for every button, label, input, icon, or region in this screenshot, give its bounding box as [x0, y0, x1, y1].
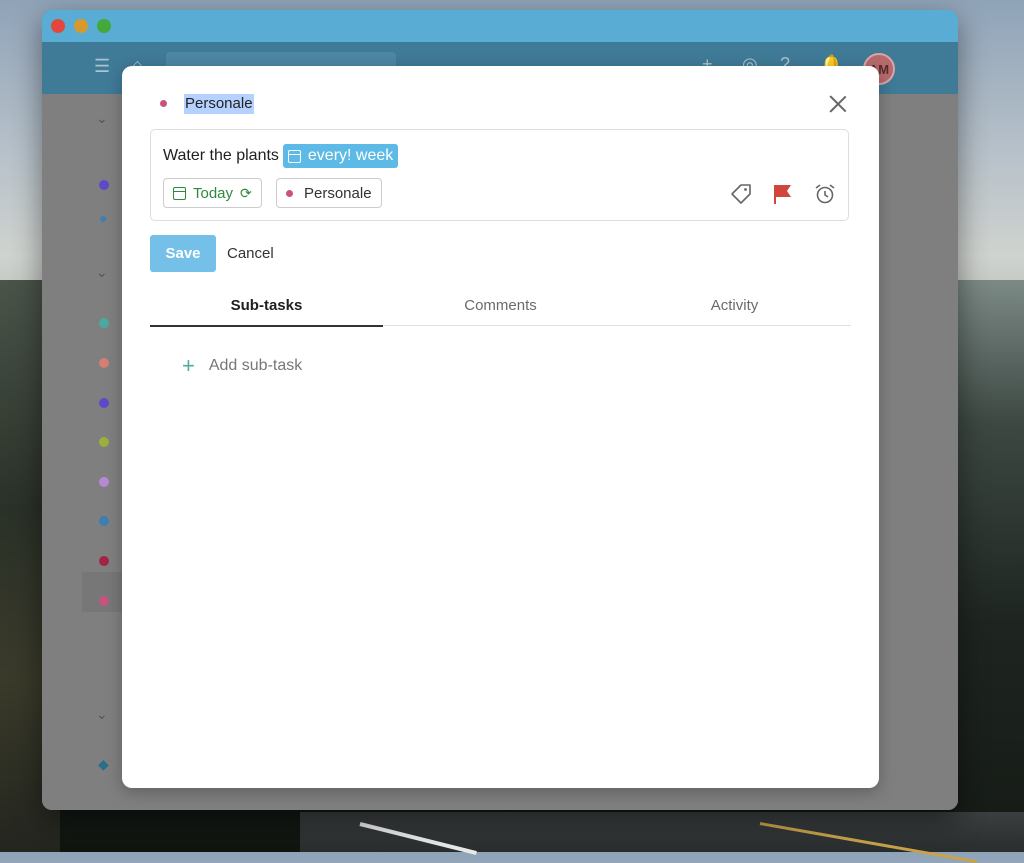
sidebar-project-dot[interactable]: [99, 318, 109, 328]
calendar-icon: [173, 186, 186, 200]
date-token[interactable]: every! week: [282, 144, 399, 168]
alarm-icon[interactable]: [813, 182, 837, 206]
project-color-dot: [286, 189, 293, 197]
chevron-down-icon[interactable]: ⌄: [96, 110, 108, 127]
task-editor[interactable]: Water the plants every! week Today ⟳ Per…: [150, 129, 849, 221]
close-window-button[interactable]: [51, 19, 65, 33]
drop-icon[interactable]: ●: [99, 210, 107, 226]
sidebar-project-dot[interactable]: [99, 477, 109, 487]
tab-activity[interactable]: Activity: [618, 288, 851, 325]
task-content-line[interactable]: Water the plants every! week: [163, 144, 399, 168]
project-chip[interactable]: Personale: [276, 178, 382, 208]
project-chip-label: Personale: [304, 184, 372, 202]
sidebar-project-dot[interactable]: [99, 556, 109, 566]
project-color-dot: [160, 100, 167, 107]
sidebar-project-dot[interactable]: [99, 358, 109, 368]
label-tag-icon[interactable]: ◆: [98, 756, 109, 773]
task-title[interactable]: Water the plants: [163, 147, 279, 165]
flag-icon[interactable]: [771, 182, 795, 206]
close-icon[interactable]: [826, 92, 850, 116]
add-subtask-button[interactable]: + Add sub-task: [182, 353, 303, 378]
save-button[interactable]: Save: [150, 235, 216, 272]
sidebar-project-dot-active[interactable]: [99, 596, 109, 606]
sidebar-project-dot[interactable]: [99, 516, 109, 526]
chevron-down-icon[interactable]: ⌄: [96, 264, 108, 281]
task-edit-modal: Personale Water the plants every! week T…: [122, 66, 879, 788]
sidebar-project-dot[interactable]: [99, 398, 109, 408]
background-road: [300, 812, 1024, 852]
sidebar-active-highlight: [82, 572, 122, 612]
tab-comments[interactable]: Comments: [384, 288, 617, 325]
add-subtask-label: Add sub-task: [208, 357, 303, 374]
modal-project-title[interactable]: Personale: [184, 94, 254, 114]
date-token-label: every! week: [307, 147, 394, 164]
due-date-chip[interactable]: Today ⟳: [163, 178, 262, 208]
calendar-icon: [287, 149, 301, 163]
plus-icon: +: [182, 353, 195, 378]
zoom-window-button[interactable]: [97, 19, 111, 33]
title-bar: [42, 10, 958, 42]
background-mountain-right: [954, 280, 1024, 852]
cancel-button[interactable]: Cancel: [227, 235, 274, 272]
sidebar-project-dot[interactable]: [99, 437, 109, 447]
tab-sub-tasks[interactable]: Sub-tasks: [150, 288, 383, 327]
repeat-icon: ⟳: [240, 184, 252, 201]
minimize-window-button[interactable]: [74, 19, 88, 33]
sidebar-project-dot[interactable]: [99, 180, 109, 190]
chevron-down-icon[interactable]: ⌄: [96, 706, 108, 723]
task-tabs: Sub-tasks Comments Activity: [150, 288, 851, 327]
due-date-label: Today: [193, 184, 234, 202]
tag-icon[interactable]: [729, 182, 753, 206]
menu-icon[interactable]: ☰: [94, 56, 110, 77]
